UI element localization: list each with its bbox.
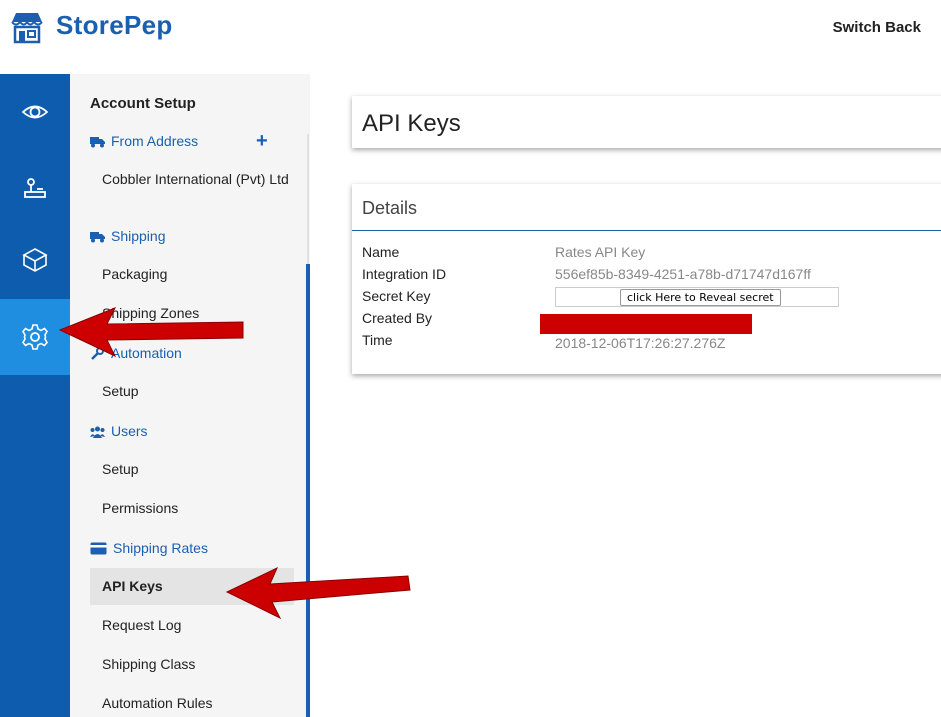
nav-item-automation-setup[interactable]: Setup <box>102 383 139 400</box>
storefront-logo-icon <box>11 13 43 44</box>
time-label: Time <box>362 332 393 348</box>
settings-subnav: Account Setup From Address + Cobbler Int… <box>70 74 310 717</box>
truck-icon <box>90 231 105 242</box>
top-header: StorePep Switch Back <box>0 0 941 74</box>
section-label: From Address <box>111 133 199 149</box>
annotation-arrow-api-keys <box>225 566 411 620</box>
icon-rail <box>0 74 70 717</box>
section-label: Shipping <box>111 228 166 244</box>
section-shipping[interactable]: Shipping <box>90 228 166 244</box>
nav-item-permissions[interactable]: Permissions <box>102 500 178 517</box>
joystick-icon <box>24 178 46 198</box>
redacted-created-by <box>540 314 752 334</box>
nav-item-cobbler[interactable]: Cobbler International (Pvt) Ltd <box>102 171 292 188</box>
rail-item-orders[interactable] <box>0 150 70 226</box>
brand-name[interactable]: StorePep <box>56 10 173 41</box>
eye-icon <box>21 105 49 119</box>
switch-back-link[interactable]: Switch Back <box>833 19 921 36</box>
reveal-secret-button[interactable]: click Here to Reveal secret <box>620 289 781 306</box>
section-label: Users <box>111 423 148 439</box>
section-label: Shipping Rates <box>113 540 208 556</box>
details-heading: Details <box>362 198 418 218</box>
subnav-title: Account Setup <box>90 95 196 112</box>
add-address-button[interactable]: + <box>256 130 268 153</box>
truck-icon <box>90 136 105 147</box>
name-label: Name <box>362 244 400 260</box>
details-divider <box>352 230 941 231</box>
nav-item-users-setup[interactable]: Setup <box>102 461 139 478</box>
main-content: API Keys Details Name Rates API Key Inte… <box>310 74 941 717</box>
gear-icon <box>22 324 48 350</box>
created-by-label: Created By <box>362 310 433 326</box>
integration-id-label: Integration ID <box>362 266 447 282</box>
section-users[interactable]: Users <box>90 423 148 439</box>
integration-id-value: 556ef85b-8349-4251-a78b-d71747d167ff <box>555 266 811 282</box>
annotation-arrow-settings <box>58 307 244 358</box>
section-from-address[interactable]: From Address <box>90 133 198 149</box>
nav-item-packaging[interactable]: Packaging <box>102 266 167 283</box>
box-icon <box>22 248 48 272</box>
name-value: Rates API Key <box>555 244 646 260</box>
credit-card-icon <box>90 542 107 554</box>
page-title: API Keys <box>362 110 461 137</box>
time-value: 2018-12-06T17:26:27.276Z <box>555 335 726 351</box>
scrollbar-track[interactable] <box>307 134 309 264</box>
nav-item-automation-rules[interactable]: Automation Rules <box>102 695 213 712</box>
nav-item-shipping-class[interactable]: Shipping Class <box>102 656 195 673</box>
section-shipping-rates[interactable]: Shipping Rates <box>90 540 208 556</box>
details-card: Details Name Rates API Key Integration I… <box>352 184 941 374</box>
page-title-card: API Keys <box>352 96 941 148</box>
nav-item-request-log[interactable]: Request Log <box>102 617 181 634</box>
secret-key-field: click Here to Reveal secret <box>555 287 839 307</box>
rail-item-products[interactable] <box>0 222 70 298</box>
users-icon <box>90 426 105 438</box>
rail-item-dashboard[interactable] <box>0 74 70 150</box>
secret-key-label: Secret Key <box>362 288 431 304</box>
